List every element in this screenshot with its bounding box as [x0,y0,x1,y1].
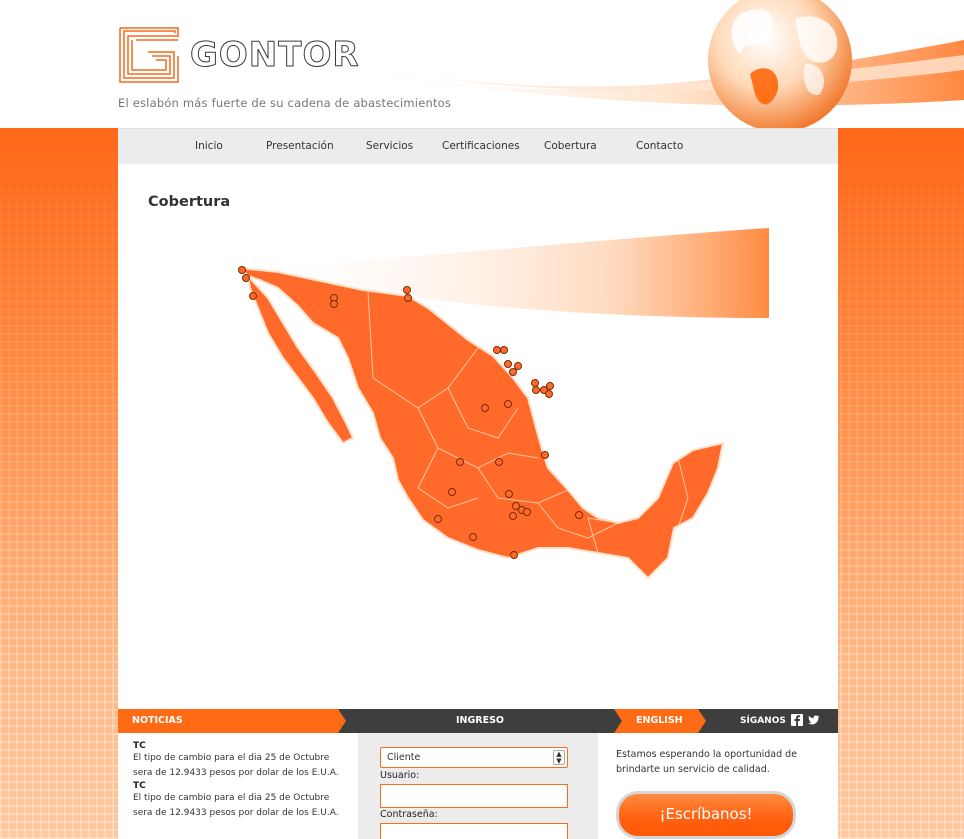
site-header: GONTOR El eslabón más fuerte de su caden… [0,0,964,128]
map-marker[interactable] [404,294,412,302]
map-marker[interactable] [505,490,513,498]
write-us-button[interactable]: ¡Escríbanos! [616,791,796,839]
mexico-map [237,228,769,580]
nav-item-contacto[interactable]: Contacto [636,140,683,152]
news-item: TC El tipo de cambio para el dia 25 de O… [118,741,358,781]
select-arrows-icon: ▲ ▼ [553,750,565,765]
map-marker[interactable] [575,511,583,519]
main-nav: Inicio Presentación Servicios Certificac… [118,128,838,164]
map-marker[interactable] [481,404,489,412]
map-marker[interactable] [545,390,553,398]
news-tab[interactable]: NOTICIAS [132,709,183,733]
nav-item-certificaciones[interactable]: Certificaciones [442,140,520,152]
user-type-select[interactable]: Cliente ▲ ▼ [380,747,568,768]
news-item: TC El tipo de cambio para el dia 25 de O… [118,781,358,821]
nav-item-servicios[interactable]: Servicios [366,140,413,152]
map-marker[interactable] [541,451,549,459]
content-panel: Inicio Presentación Servicios Certificac… [118,128,838,839]
contact-text: Estamos esperando la oportunidad de brin… [616,749,798,775]
login-column: Cliente ▲ ▼ Usuario: Contraseña: [358,733,598,839]
map-marker[interactable] [523,508,531,516]
map-marker[interactable] [509,512,517,520]
map-marker[interactable] [456,458,464,466]
map-marker[interactable] [238,266,246,274]
news-column: TC El tipo de cambio para el dia 25 de O… [118,733,358,839]
login-tab[interactable]: INGRESO [456,709,504,733]
footer-columns: TC El tipo de cambio para el dia 25 de O… [118,733,838,839]
nav-item-presentacion[interactable]: Presentación [266,140,334,152]
map-marker[interactable] [249,292,257,300]
news-title: TC [133,741,146,751]
globe-icon [708,0,852,128]
tagline: El eslabón más fuerte de su cadena de ab… [118,96,452,110]
map-marker[interactable] [510,551,518,559]
map-marker[interactable] [469,533,477,541]
page-title: Cobertura [148,194,231,210]
map-marker[interactable] [242,274,250,282]
news-body: El tipo de cambio para el dia 25 de Octu… [133,793,339,818]
english-link[interactable]: ENGLISH [636,709,683,733]
password-label: Contraseña: [380,809,438,820]
footer-tab-bar: NOTICIAS INGRESO ENGLISH SÍGANOS [118,709,838,733]
news-title: TC [133,781,146,791]
map-marker[interactable] [403,286,411,294]
map-marker[interactable] [504,360,512,368]
map-marker[interactable] [500,346,508,354]
nav-item-inicio[interactable]: Inicio [195,140,223,152]
map-marker[interactable] [546,382,554,390]
follow-label: SÍGANOS [740,716,786,726]
map-marker[interactable] [330,300,338,308]
logo-wordmark: GONTOR [190,35,360,76]
contact-column: Estamos esperando la oportunidad de brin… [598,733,838,839]
map-marker[interactable] [509,368,517,376]
user-input[interactable] [380,784,568,808]
map-marker[interactable] [448,488,456,496]
map-marker[interactable] [493,346,501,354]
map-marker[interactable] [532,386,540,394]
logo[interactable]: GONTOR [118,26,360,84]
map-marker[interactable] [495,458,503,466]
facebook-icon[interactable] [791,714,803,726]
logo-mark-icon [119,27,179,83]
map-marker[interactable] [514,362,522,370]
coverage-map [118,228,838,608]
map-marker[interactable] [531,379,539,387]
map-marker[interactable] [434,515,442,523]
twitter-icon[interactable] [808,714,820,726]
nav-item-cobertura[interactable]: Cobertura [544,140,597,152]
map-marker[interactable] [504,400,512,408]
user-type-select-value: Cliente [387,752,421,763]
password-input[interactable] [380,823,568,839]
news-body: El tipo de cambio para el dia 25 de Octu… [133,753,339,778]
user-label: Usuario: [380,770,420,781]
